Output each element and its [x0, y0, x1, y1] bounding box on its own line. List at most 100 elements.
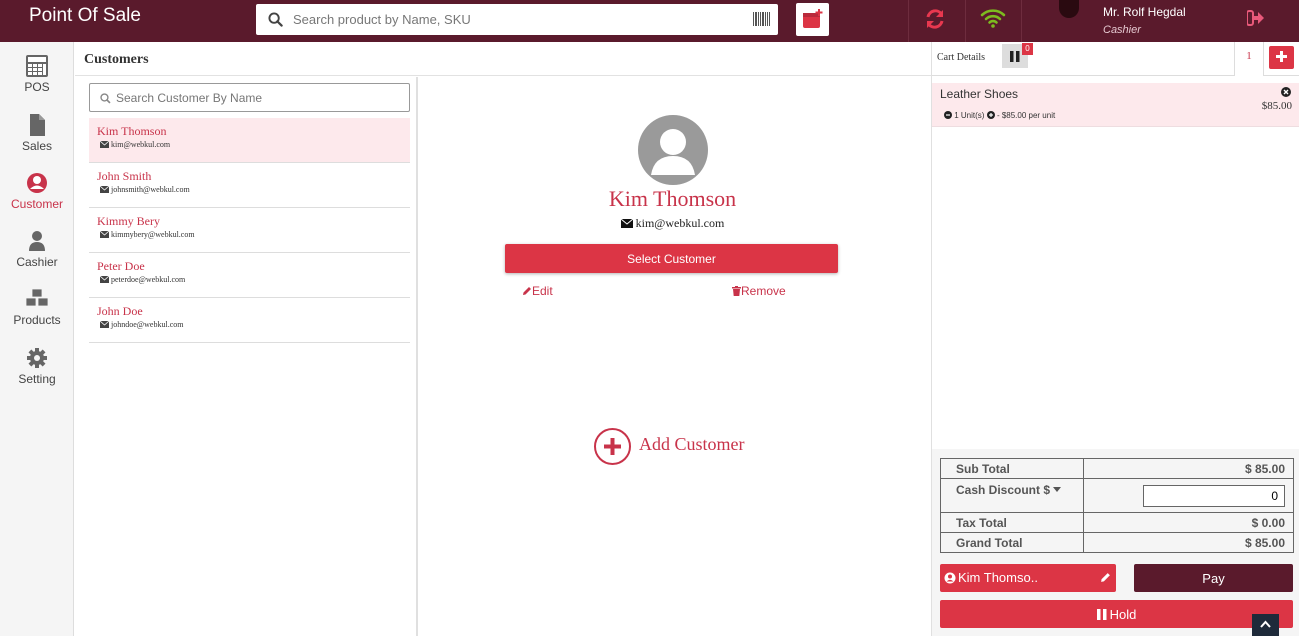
- user-icon: [29, 231, 45, 251]
- customer-search-input[interactable]: [116, 84, 406, 111]
- hold-button[interactable]: Hold: [940, 600, 1293, 628]
- customer-detail-name: Kim Thomson: [608, 186, 737, 211]
- select-customer-button[interactable]: Select Customer: [505, 244, 838, 273]
- sidebar-item-label: Setting: [18, 372, 56, 386]
- customer-avatar: [638, 115, 708, 185]
- topbar-divider: [908, 0, 909, 42]
- logout-icon[interactable]: [1247, 10, 1265, 26]
- list-item[interactable]: Kimmy Bery kimmybery@webkul.com: [89, 208, 410, 253]
- trash-icon: [732, 286, 741, 296]
- envelope-icon: [99, 320, 110, 328]
- list-item[interactable]: Peter Doe peterdoe@webkul.com: [89, 253, 410, 298]
- sidebar-item-cashier[interactable]: Cashier: [0, 230, 74, 280]
- sidebar-item-label: POS: [24, 80, 50, 94]
- user-avatar: [1059, 0, 1079, 18]
- remove-customer-link[interactable]: Remove: [732, 284, 786, 298]
- sidebar-item-label: Sales: [21, 139, 53, 153]
- barcode-icon[interactable]: [753, 12, 770, 26]
- customer-email: peterdoe@webkul.com: [99, 275, 185, 284]
- tax-label: Tax Total: [940, 512, 1084, 533]
- gear-icon: [27, 348, 47, 368]
- customers-header: Customers: [75, 42, 931, 76]
- list-item[interactable]: John Smith johnsmith@webkul.com: [89, 163, 410, 208]
- sidebar-item-label: Customer: [10, 197, 63, 211]
- cart-customer-button[interactable]: Kim Thomso..: [940, 564, 1116, 592]
- chevron-up-icon: [1260, 620, 1271, 628]
- remove-item-icon[interactable]: [1281, 87, 1291, 97]
- list-item[interactable]: Kim Thomson kim@webkul.com: [89, 118, 410, 163]
- page-title: Customers: [84, 52, 149, 67]
- add-customer-label: Add Customer: [639, 434, 745, 454]
- sidebar-item-customer[interactable]: Customer: [0, 172, 74, 222]
- cart-customer-name: Kim Thomso..: [958, 570, 1038, 585]
- sidebar: POS Sales Customer Cashier Products Sett…: [0, 42, 74, 636]
- cart-item[interactable]: Leather Shoes $85.00 1 Unit(s) - $85.00 …: [932, 83, 1299, 127]
- customer-detail: Kim Thomson kim@webkul.com Select Custom…: [420, 77, 931, 636]
- list-item[interactable]: John Doe johndoe@webkul.com: [89, 298, 410, 343]
- customers-panel: Customers Kim Thomson kim@webkul.com Joh…: [75, 42, 931, 636]
- add-cart-tab-button[interactable]: [1269, 46, 1294, 69]
- cart-tab-1[interactable]: 1: [1234, 42, 1264, 76]
- subtotal-label: Sub Total: [940, 458, 1084, 479]
- customer-detail-email: kim@webkul.com: [420, 216, 925, 231]
- customer-name: Kim Thomson: [97, 124, 167, 138]
- plus-icon: [1276, 51, 1287, 62]
- calendar-plus-icon: [803, 9, 823, 28]
- customer-email: johndoe@webkul.com: [99, 320, 183, 329]
- cubes-icon: [26, 288, 48, 307]
- minus-circle-icon[interactable]: [944, 111, 952, 119]
- calculator-icon: [26, 55, 48, 77]
- grand-total-value: $ 85.00: [1083, 532, 1294, 553]
- user-circle-icon: [27, 173, 47, 193]
- edit-customer-link[interactable]: Edit: [522, 284, 553, 298]
- customer-name: John Smith: [97, 169, 152, 183]
- pay-button[interactable]: Pay: [1134, 564, 1293, 592]
- envelope-icon: [99, 275, 110, 283]
- wifi-icon: [980, 9, 1006, 28]
- envelope-icon: [99, 185, 110, 193]
- customer-email: johnsmith@webkul.com: [99, 185, 190, 194]
- caret-down-icon: [1053, 487, 1062, 492]
- search-icon: [100, 93, 111, 104]
- cart-items: Leather Shoes $85.00 1 Unit(s) - $85.00 …: [932, 76, 1299, 449]
- sync-icon[interactable]: [924, 8, 946, 30]
- product-search-box[interactable]: [256, 4, 778, 35]
- app-title: Point Of Sale: [29, 5, 141, 26]
- customer-search-box[interactable]: [89, 83, 410, 112]
- pencil-icon: [523, 287, 531, 295]
- cash-discount-dropdown[interactable]: Cash Discount $: [940, 478, 1084, 513]
- cash-discount-cell: [1083, 478, 1294, 513]
- subtotal-value: $ 85.00: [1083, 458, 1294, 479]
- cart-panel: Cart Details 0 1 Leather Shoes $85.00 1 …: [931, 42, 1299, 636]
- add-calendar-button[interactable]: [796, 3, 829, 36]
- top-bar: Point Of Sale Mr. Rolf Hegdal Cashier: [0, 0, 1299, 42]
- sidebar-item-pos[interactable]: POS: [0, 55, 74, 105]
- cart-details-label: Cart Details: [937, 52, 986, 63]
- cart-tabs: Cart Details 0 1: [932, 42, 1299, 76]
- product-search-input[interactable]: [293, 4, 733, 35]
- customer-email: kim@webkul.com: [99, 140, 170, 149]
- sidebar-item-setting[interactable]: Setting: [0, 347, 74, 397]
- cart-item-name: Leather Shoes: [940, 87, 1019, 101]
- customer-name: Peter Doe: [97, 259, 145, 273]
- sidebar-item-sales[interactable]: Sales: [0, 114, 74, 164]
- cart-totals: Sub Total $ 85.00 Cash Discount $ Tax To…: [940, 458, 1294, 553]
- pause-icon: [1010, 51, 1020, 62]
- cart-item-quantity: 1 Unit(s) - $85.00 per unit: [944, 111, 1055, 120]
- hold-count-badge: 0: [1022, 43, 1033, 55]
- customer-name: John Doe: [97, 304, 143, 318]
- sidebar-item-label: Products: [13, 313, 61, 327]
- sidebar-item-label: Cashier: [16, 255, 58, 269]
- pencil-icon: [1101, 573, 1110, 582]
- envelope-icon: [620, 218, 633, 228]
- avatar-placeholder-icon: [651, 129, 695, 175]
- scroll-to-top-button[interactable]: [1252, 614, 1279, 636]
- sidebar-item-products[interactable]: Products: [0, 288, 74, 338]
- customer-list-column: Kim Thomson kim@webkul.com John Smith jo…: [75, 77, 418, 636]
- user-role: Cashier: [1103, 24, 1141, 36]
- customer-name: Kimmy Bery: [97, 214, 160, 228]
- plus-circle-icon[interactable]: [986, 111, 995, 119]
- cash-discount-input[interactable]: [1143, 484, 1285, 507]
- customer-list: Kim Thomson kim@webkul.com John Smith jo…: [89, 118, 410, 343]
- topbar-divider: [965, 0, 966, 42]
